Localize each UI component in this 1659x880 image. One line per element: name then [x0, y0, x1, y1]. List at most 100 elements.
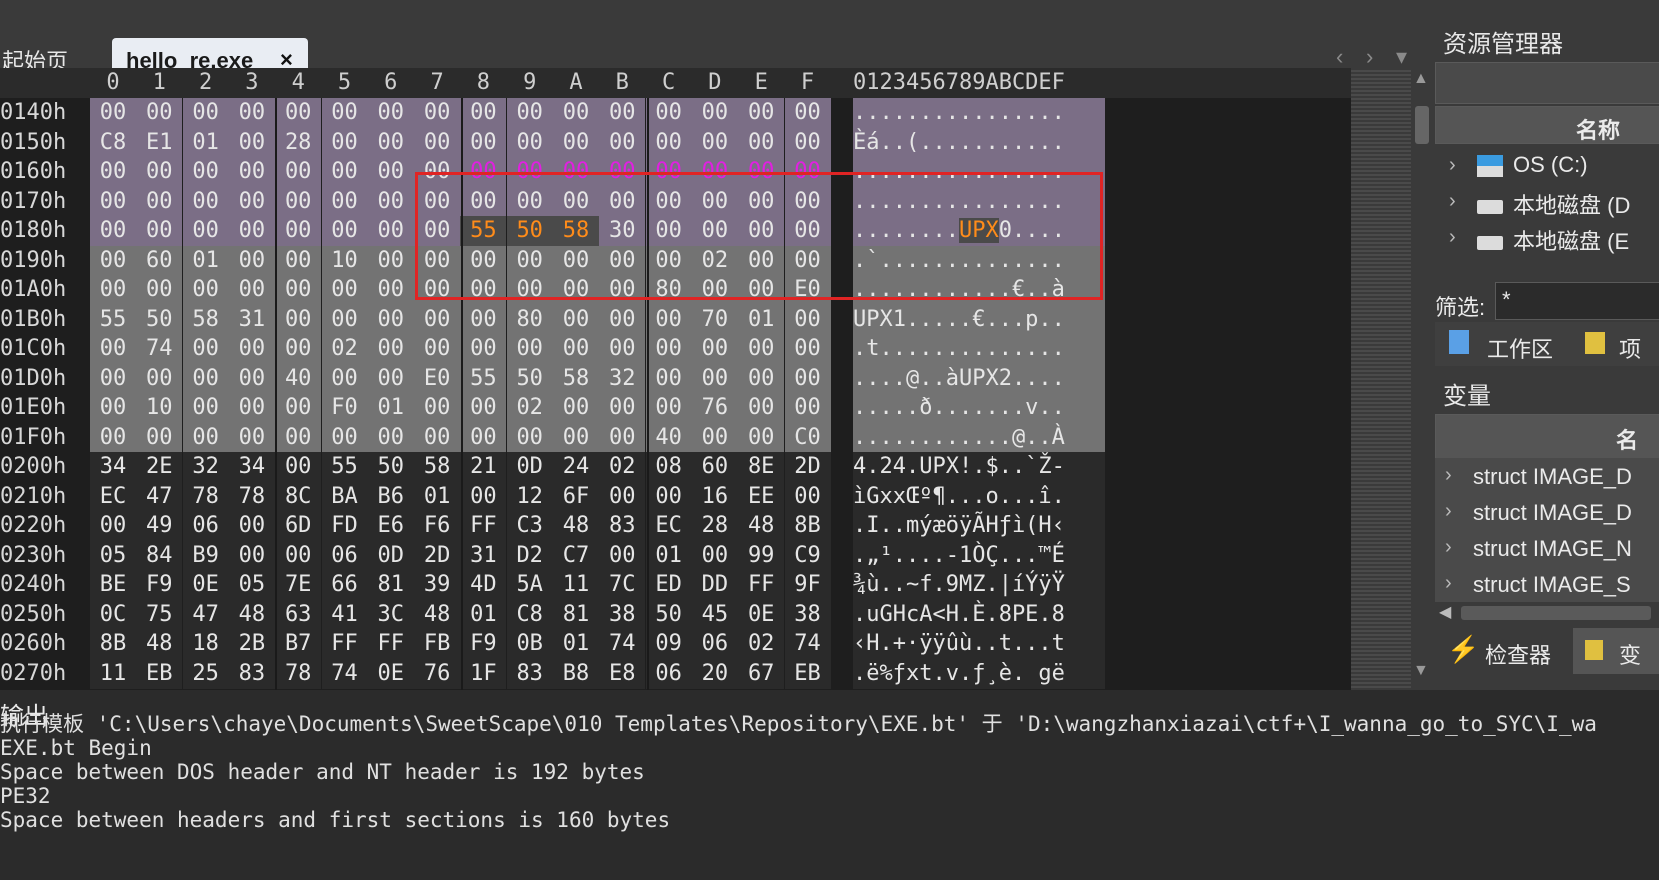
hex-byte[interactable]: 00: [90, 334, 136, 364]
chevron-down-icon[interactable]: ▾: [1396, 44, 1407, 70]
hex-byte[interactable]: 50: [136, 304, 183, 335]
horizontal-scrollbar[interactable]: ◀: [1435, 602, 1659, 624]
hex-byte[interactable]: 00: [90, 393, 136, 423]
hex-byte[interactable]: 00: [645, 98, 692, 128]
scroll-down-icon[interactable]: ▼: [1413, 662, 1429, 680]
hex-byte[interactable]: 00: [275, 334, 322, 364]
ascii-row[interactable]: .„¹....-1ÒÇ...™É: [853, 540, 1105, 571]
hex-byte[interactable]: 21: [460, 452, 507, 482]
ascii-row[interactable]: ìGxxŒº¶...o...î.: [853, 481, 1105, 512]
hex-byte[interactable]: 12: [506, 481, 553, 512]
hex-byte[interactable]: 10: [321, 245, 368, 276]
scrollbar-thumb[interactable]: [1461, 606, 1651, 620]
hex-byte[interactable]: 00: [367, 216, 414, 246]
hex-byte[interactable]: 9F: [784, 570, 831, 600]
hex-byte[interactable]: 00: [228, 98, 275, 128]
hex-byte[interactable]: 67: [738, 658, 785, 689]
hex-byte[interactable]: 00: [414, 98, 461, 128]
hex-byte[interactable]: 7E: [275, 570, 322, 600]
chevron-right-icon[interactable]: ›: [1445, 536, 1452, 559]
hex-byte[interactable]: 02: [599, 452, 646, 482]
hex-byte[interactable]: 32: [182, 452, 229, 482]
hex-byte[interactable]: 40: [645, 422, 692, 453]
hex-byte[interactable]: 01: [738, 304, 785, 335]
hex-byte[interactable]: 00: [691, 422, 738, 453]
hex-byte[interactable]: 18: [182, 629, 229, 659]
hex-byte[interactable]: 02: [738, 629, 785, 659]
hex-byte[interactable]: 00: [228, 422, 275, 453]
hex-byte[interactable]: 00: [136, 216, 183, 246]
file-minimap[interactable]: [1351, 68, 1411, 690]
hex-byte[interactable]: 00: [182, 393, 229, 423]
hex-byte[interactable]: 63: [275, 599, 322, 630]
hex-byte[interactable]: F9: [460, 629, 507, 659]
hex-byte[interactable]: 00: [182, 275, 229, 305]
hex-byte[interactable]: 00: [599, 422, 646, 453]
hex-byte[interactable]: 34: [228, 452, 275, 482]
hex-byte[interactable]: 00: [90, 245, 136, 276]
ascii-row[interactable]: ¾ù..~f.9MZ.|íÝÿŸ: [853, 570, 1105, 600]
ascii-row[interactable]: Èá..(...........: [853, 127, 1105, 158]
vertical-scrollbar[interactable]: [1411, 68, 1435, 690]
hex-byte[interactable]: D2: [506, 540, 553, 571]
hex-byte[interactable]: 76: [414, 658, 461, 689]
hex-byte[interactable]: 00: [90, 216, 136, 246]
hex-byte[interactable]: 01: [553, 629, 599, 659]
hex-byte[interactable]: B9: [182, 540, 229, 571]
hex-byte[interactable]: 00: [599, 304, 646, 335]
hex-byte[interactable]: 00: [228, 393, 275, 423]
hex-byte[interactable]: 49: [136, 511, 183, 541]
hex-byte[interactable]: 00: [599, 127, 646, 158]
hex-byte[interactable]: 00: [738, 393, 785, 423]
hex-byte[interactable]: 0E: [182, 570, 229, 600]
hex-byte[interactable]: 06: [691, 629, 738, 659]
hex-byte[interactable]: 00: [182, 157, 229, 187]
hex-byte[interactable]: 00: [90, 186, 136, 217]
hex-byte[interactable]: 02: [506, 393, 553, 423]
hex-byte[interactable]: 66: [321, 570, 368, 600]
hex-byte[interactable]: 00: [182, 334, 229, 364]
hex-byte[interactable]: B6: [367, 481, 414, 512]
hex-byte[interactable]: 00: [599, 481, 646, 512]
variables-column-header[interactable]: 名: [1435, 414, 1659, 460]
hex-byte[interactable]: 40: [275, 363, 322, 394]
hex-byte[interactable]: 8B: [784, 511, 831, 541]
hex-byte[interactable]: 00: [228, 511, 275, 541]
hex-byte[interactable]: 00: [460, 334, 507, 364]
hex-byte[interactable]: 70: [691, 304, 738, 335]
hex-byte[interactable]: 00: [506, 422, 553, 453]
hex-byte[interactable]: 00: [321, 157, 368, 187]
hex-byte[interactable]: 00: [228, 275, 275, 305]
hex-byte[interactable]: FF: [367, 629, 414, 659]
hex-byte[interactable]: 39: [414, 570, 461, 600]
hex-byte[interactable]: 00: [414, 334, 461, 364]
hex-byte[interactable]: 00: [367, 127, 414, 158]
hex-byte[interactable]: 00: [90, 275, 136, 305]
hex-byte[interactable]: 24: [553, 452, 599, 482]
hex-byte[interactable]: 00: [738, 334, 785, 364]
hex-byte[interactable]: 00: [90, 422, 136, 453]
hex-byte[interactable]: 00: [460, 304, 507, 335]
hex-byte[interactable]: C7: [553, 540, 599, 571]
chevron-right-icon[interactable]: ›: [1449, 190, 1456, 213]
hex-byte[interactable]: 00: [228, 127, 275, 158]
hex-byte[interactable]: 00: [321, 363, 368, 394]
hex-byte[interactable]: 8B: [90, 629, 136, 659]
chevron-right-icon[interactable]: ›: [1366, 44, 1373, 70]
hex-byte[interactable]: E0: [414, 363, 461, 394]
hex-byte[interactable]: 00: [321, 216, 368, 246]
tab-workspace[interactable]: 工作区: [1487, 332, 1553, 364]
hex-byte[interactable]: 01: [460, 599, 507, 630]
tab-project[interactable]: 项: [1619, 332, 1641, 364]
hex-byte[interactable]: 78: [228, 481, 275, 512]
hex-byte[interactable]: 00: [553, 334, 599, 364]
hex-byte[interactable]: 00: [460, 422, 507, 453]
hex-byte[interactable]: 00: [645, 481, 692, 512]
chevron-right-icon[interactable]: ›: [1445, 500, 1452, 523]
hex-byte[interactable]: B7: [275, 629, 322, 659]
hex-byte[interactable]: 00: [738, 98, 785, 128]
hex-byte[interactable]: 00: [136, 186, 183, 217]
hex-byte[interactable]: 00: [599, 98, 646, 128]
hex-byte[interactable]: 00: [182, 422, 229, 453]
ascii-row[interactable]: .ë%ƒxt.v.ƒ¸è. gë: [853, 658, 1105, 689]
